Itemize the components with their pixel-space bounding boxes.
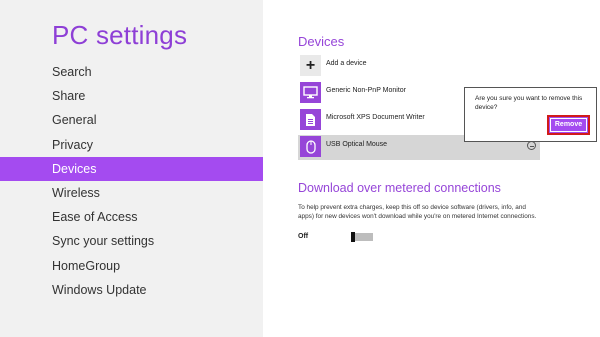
- nav-item-devices[interactable]: Devices: [0, 156, 263, 181]
- nav-item-share[interactable]: Share: [0, 84, 263, 108]
- mouse-icon: [300, 136, 321, 157]
- navigation-pane: PC settings Search Share General Privacy…: [0, 0, 263, 337]
- metered-section-title: Download over metered connections: [298, 181, 501, 195]
- nav-item-windows-update[interactable]: Windows Update: [0, 278, 263, 302]
- devices-section-title: Devices: [298, 34, 345, 49]
- settings-nav-list: Search Share General Privacy Devices Wir…: [0, 60, 263, 302]
- metered-description: To help prevent extra charges, keep this…: [298, 204, 537, 220]
- nav-item-general[interactable]: General: [0, 108, 263, 132]
- toggle-state-label: Off: [298, 233, 309, 240]
- document-icon: [300, 109, 321, 130]
- device-label: USB Optical Mouse: [326, 141, 388, 148]
- nav-item-ease-of-access[interactable]: Ease of Access: [0, 205, 263, 229]
- device-label: Generic Non-PnP Monitor: [326, 87, 407, 94]
- page-title: PC settings: [52, 20, 188, 50]
- nav-item-wireless[interactable]: Wireless: [0, 181, 263, 205]
- confirmation-message: Are you sure you want to remove this dev…: [475, 95, 583, 111]
- nav-item-search[interactable]: Search: [0, 60, 263, 84]
- nav-item-privacy[interactable]: Privacy: [0, 133, 263, 157]
- nav-item-sync-settings[interactable]: Sync your settings: [0, 229, 263, 253]
- remove-button[interactable]: Remove: [547, 115, 590, 135]
- add-device-label: Add a device: [326, 60, 367, 67]
- add-icon: +: [300, 55, 321, 76]
- nav-item-homegroup[interactable]: HomeGroup: [0, 254, 263, 278]
- device-label: Microsoft XPS Document Writer: [326, 114, 425, 121]
- metered-download-toggle[interactable]: [351, 232, 373, 242]
- remove-confirmation-flyout: Are you sure you want to remove this dev…: [464, 87, 597, 142]
- monitor-icon: [300, 82, 321, 103]
- add-device-button[interactable]: + Add a device: [298, 54, 540, 79]
- toggle-knob[interactable]: [351, 232, 355, 242]
- remove-device-icon[interactable]: [527, 141, 536, 150]
